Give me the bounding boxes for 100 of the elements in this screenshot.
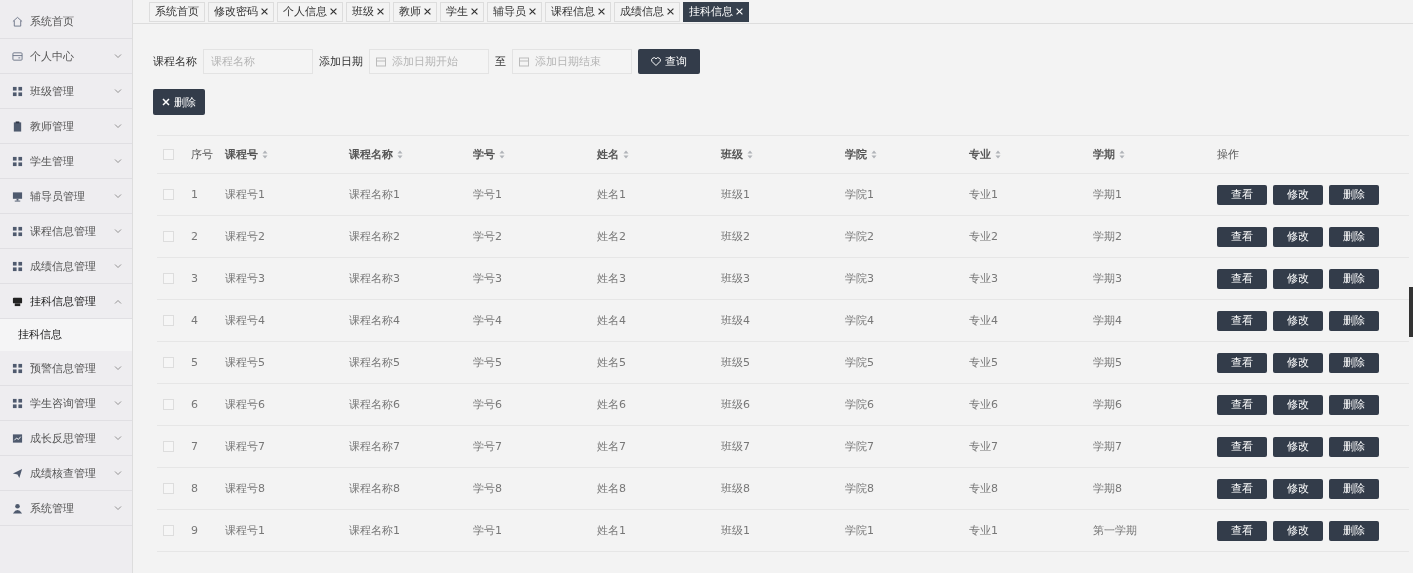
row-checkbox[interactable] <box>163 483 174 494</box>
row-action-button[interactable]: 修改 <box>1273 352 1323 373</box>
row-action-button[interactable]: 查看 <box>1217 436 1267 457</box>
row-action-button[interactable]: 修改 <box>1273 520 1323 541</box>
sidebar-item[interactable]: 辅导员管理 <box>0 179 132 214</box>
row-action-button[interactable]: 修改 <box>1273 436 1323 457</box>
tab[interactable]: 班级 <box>346 1 390 22</box>
table-cell: 学期5 <box>1093 355 1122 370</box>
sort-icon[interactable] <box>1119 150 1125 159</box>
sort-icon[interactable] <box>995 150 1001 159</box>
row-action-button[interactable]: 删除 <box>1329 310 1379 331</box>
sidebar-item[interactable]: 预警信息管理 <box>0 351 132 386</box>
column-header[interactable]: 课程号 <box>225 147 258 162</box>
row-action-button[interactable]: 查看 <box>1217 226 1267 247</box>
sidebar-item-label: 成绩核查管理 <box>30 465 96 481</box>
row-action-button[interactable]: 删除 <box>1329 478 1379 499</box>
close-icon[interactable] <box>529 8 536 15</box>
row-action-button[interactable]: 查看 <box>1217 310 1267 331</box>
sidebar-item[interactable]: 成绩信息管理 <box>0 249 132 284</box>
close-icon[interactable] <box>261 8 268 15</box>
close-icon[interactable] <box>377 8 384 15</box>
row-action-button[interactable]: 查看 <box>1217 394 1267 415</box>
tab[interactable]: 挂科信息 <box>683 1 749 22</box>
row-action-button[interactable]: 删除 <box>1329 268 1379 289</box>
sidebar-item[interactable]: 学生咨询管理 <box>0 386 132 421</box>
table-cell: 学期6 <box>1093 397 1122 412</box>
search-button[interactable]: 查询 <box>638 48 700 74</box>
tab[interactable]: 成绩信息 <box>614 1 680 22</box>
row-checkbox[interactable] <box>163 189 174 200</box>
table-cell: 8 <box>191 482 198 495</box>
grid-icon <box>12 260 23 272</box>
monitor-icon <box>12 190 23 202</box>
table-cell: 专业4 <box>969 313 998 328</box>
close-icon[interactable] <box>330 8 337 15</box>
row-checkbox[interactable] <box>163 441 174 452</box>
delete-button[interactable]: 删除 <box>153 89 205 115</box>
sort-icon[interactable] <box>623 150 629 159</box>
sidebar-item[interactable]: 系统管理 <box>0 491 132 526</box>
column-header[interactable]: 班级 <box>721 147 743 162</box>
row-action-button[interactable]: 查看 <box>1217 352 1267 373</box>
tab[interactable]: 修改密码 <box>208 1 274 22</box>
scrollbar-thumb[interactable] <box>1409 287 1413 337</box>
sidebar-item[interactable]: 班级管理 <box>0 74 132 109</box>
column-header[interactable]: 专业 <box>969 147 991 162</box>
column-header[interactable]: 学号 <box>473 147 495 162</box>
sidebar-item[interactable]: 学生管理 <box>0 144 132 179</box>
sidebar-item[interactable]: 教师管理 <box>0 109 132 144</box>
row-action-button[interactable]: 查看 <box>1217 520 1267 541</box>
select-all-checkbox[interactable] <box>163 149 174 160</box>
close-icon[interactable] <box>598 8 605 15</box>
sort-icon[interactable] <box>397 150 403 159</box>
row-checkbox[interactable] <box>163 525 174 536</box>
row-action-button[interactable]: 修改 <box>1273 226 1323 247</box>
sidebar-item-label: 学生管理 <box>30 153 74 169</box>
column-header[interactable]: 课程名称 <box>349 147 393 162</box>
sort-icon[interactable] <box>262 150 268 159</box>
sort-icon[interactable] <box>871 150 877 159</box>
submenu-item[interactable]: 挂科信息 <box>0 319 132 351</box>
row-action-button[interactable]: 删除 <box>1329 394 1379 415</box>
row-action-button[interactable]: 查看 <box>1217 478 1267 499</box>
tab[interactable]: 个人信息 <box>277 1 343 22</box>
close-icon[interactable] <box>424 8 431 15</box>
row-action-button[interactable]: 查看 <box>1217 184 1267 205</box>
sort-icon[interactable] <box>747 150 753 159</box>
sidebar-item[interactable]: 系统首页 <box>0 4 132 39</box>
tab[interactable]: 教师 <box>393 1 437 22</box>
row-action-button[interactable]: 删除 <box>1329 352 1379 373</box>
sidebar-item[interactable]: 个人中心 <box>0 39 132 74</box>
table-cell: 班级1 <box>721 523 750 538</box>
tab[interactable]: 学生 <box>440 1 484 22</box>
row-checkbox[interactable] <box>163 357 174 368</box>
tab[interactable]: 辅导员 <box>487 1 542 22</box>
row-action-button[interactable]: 删除 <box>1329 520 1379 541</box>
row-checkbox[interactable] <box>163 231 174 242</box>
row-checkbox[interactable] <box>163 273 174 284</box>
course-name-field[interactable]: 课程名称 <box>203 48 313 74</box>
row-action-button[interactable]: 查看 <box>1217 268 1267 289</box>
row-checkbox[interactable] <box>163 399 174 410</box>
close-icon[interactable] <box>667 8 674 15</box>
column-header[interactable]: 学期 <box>1093 147 1115 162</box>
sidebar-item[interactable]: 课程信息管理 <box>0 214 132 249</box>
row-action-button[interactable]: 删除 <box>1329 226 1379 247</box>
row-action-button[interactable]: 修改 <box>1273 268 1323 289</box>
row-checkbox[interactable] <box>163 315 174 326</box>
home-icon <box>12 15 23 27</box>
row-action-button[interactable]: 修改 <box>1273 394 1323 415</box>
table-cell: 课程名称2 <box>349 229 400 244</box>
row-action-button[interactable]: 修改 <box>1273 478 1323 499</box>
row-action-button[interactable]: 修改 <box>1273 310 1323 331</box>
tab[interactable]: 课程信息 <box>545 1 611 22</box>
sort-icon[interactable] <box>499 150 505 159</box>
tab[interactable]: 系统首页 <box>149 1 205 22</box>
sidebar-item[interactable]: 成绩核查管理 <box>0 456 132 491</box>
close-icon[interactable] <box>471 8 478 15</box>
row-action-button[interactable]: 删除 <box>1329 436 1379 457</box>
column-header[interactable]: 学院 <box>845 147 867 162</box>
sidebar-item[interactable]: 成长反思管理 <box>0 421 132 456</box>
column-header[interactable]: 姓名 <box>597 147 619 162</box>
row-action-button[interactable]: 删除 <box>1329 184 1379 205</box>
row-action-button[interactable]: 修改 <box>1273 184 1323 205</box>
